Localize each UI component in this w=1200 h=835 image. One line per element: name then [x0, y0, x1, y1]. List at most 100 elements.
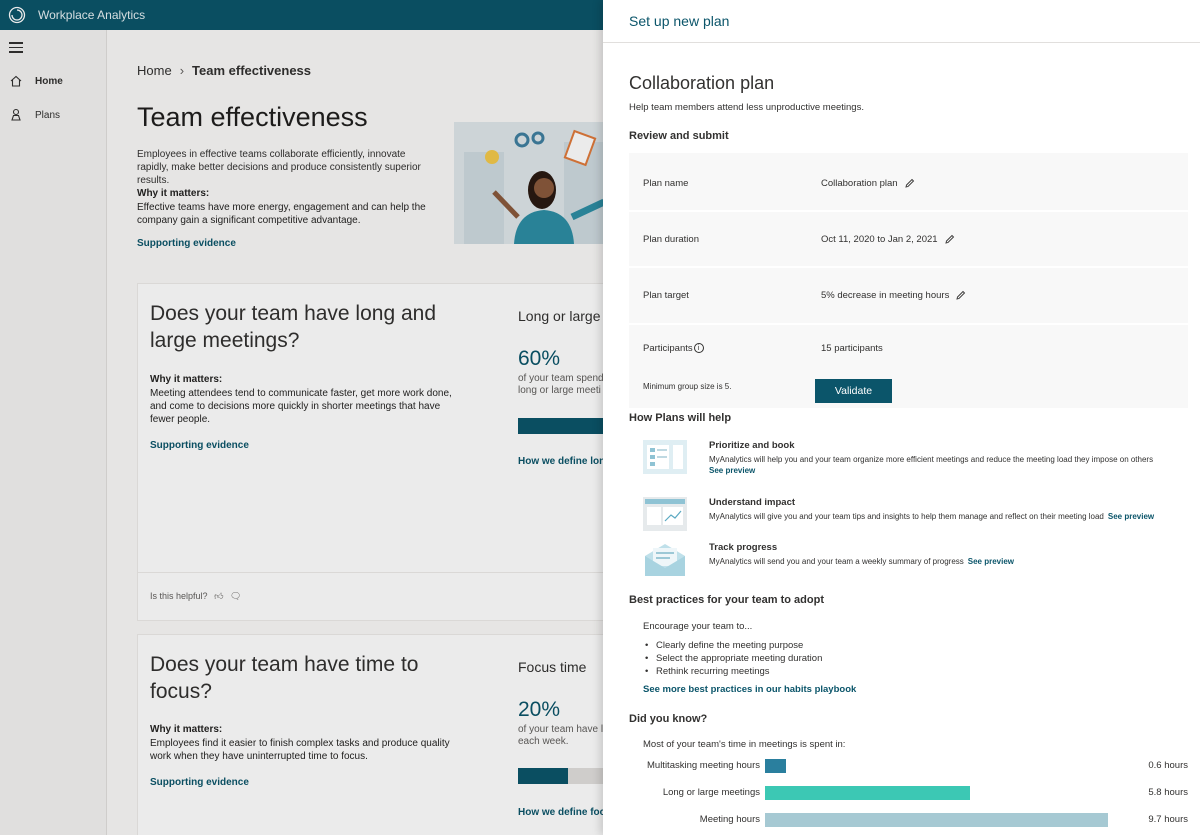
- breadcrumb-home[interactable]: Home: [137, 63, 172, 78]
- why-text: Meeting attendees tend to communicate fa…: [150, 388, 452, 425]
- helpful-label: Is this helpful?: [150, 591, 208, 601]
- plan-duration-value: Oct 11, 2020 to Jan 2, 2021: [821, 234, 938, 245]
- edit-pencil-icon[interactable]: [955, 290, 966, 301]
- edit-pencil-icon[interactable]: [904, 178, 915, 189]
- breadcrumb-current: Team effectiveness: [192, 63, 312, 78]
- plan-name-label: Plan name: [643, 178, 689, 189]
- list-item: Rethink recurring meetings: [645, 665, 822, 678]
- chart-row: Meeting hours 9.7 hours: [643, 813, 1188, 827]
- plan-duration-row: Plan duration Oct 11, 2020 to Jan 2, 202…: [643, 234, 1173, 245]
- nav-item-label: Plans: [35, 109, 61, 121]
- plan-target-row: Plan target 5% decrease in meeting hours: [643, 290, 1173, 301]
- list-item: Select the appropriate meeting duration: [645, 652, 822, 665]
- metric-percent: 20%: [518, 698, 561, 721]
- app-title: Workplace Analytics: [38, 8, 146, 22]
- long-meetings-card: Does your team have long and large meeti…: [137, 283, 611, 621]
- participants-label: Participants: [643, 343, 693, 354]
- home-icon: [8, 73, 24, 89]
- card-divider: [138, 572, 606, 573]
- see-preview-link[interactable]: See preview: [968, 557, 1014, 566]
- metric-bar: [518, 768, 608, 784]
- supporting-evidence-link[interactable]: Supporting evidence: [137, 238, 236, 249]
- chart-value-label: 9.7 hours: [1148, 814, 1188, 825]
- setup-plan-panel: Set up new plan Collaboration plan Help …: [603, 0, 1200, 835]
- review-box: Plan name Collaboration plan Plan durati…: [629, 153, 1188, 408]
- help-item-desc-text: MyAnalytics will give you and your team …: [709, 512, 1104, 521]
- metric-bar-fill: [518, 418, 608, 434]
- plan-title: Collaboration plan: [629, 73, 775, 93]
- review-heading: Review and submit: [629, 130, 729, 142]
- participants-row: Participants i 15 participants: [643, 343, 1173, 354]
- participants-value: 15 participants: [821, 343, 883, 354]
- why-heading: Why it matters:: [137, 188, 210, 199]
- plan-subtitle: Help team members attend less unproducti…: [629, 102, 864, 113]
- prioritize-thumbnail: [643, 440, 687, 474]
- chart-bar: [765, 813, 1108, 827]
- participants-label-wrap: Participants i: [643, 343, 821, 354]
- min-group-note: Minimum group size is 5.: [643, 382, 732, 391]
- left-nav: Home Plans: [0, 30, 107, 835]
- chart-row: Long or large meetings 5.8 hours: [643, 786, 1188, 800]
- why-heading: Why it matters:: [150, 724, 223, 735]
- plan-target-label: Plan target: [643, 290, 689, 301]
- chart-category-label: Multitasking meeting hours: [647, 760, 760, 771]
- see-preview-link[interactable]: See preview: [709, 466, 755, 475]
- breadcrumb: Home › Team effectiveness: [137, 63, 311, 78]
- panel-header: Set up new plan: [603, 0, 1200, 43]
- chart-row: Multitasking meeting hours 0.6 hours: [643, 759, 1188, 773]
- hamburger-menu-icon[interactable]: [9, 42, 23, 56]
- chart-bar: [765, 759, 786, 773]
- nav-item-plans[interactable]: Plans: [8, 107, 60, 123]
- best-practices-heading: Best practices for your team to adopt: [629, 594, 824, 606]
- help-item-desc: MyAnalytics will send you and your team …: [709, 557, 1014, 566]
- how-we-define-link[interactable]: How we define long: [518, 456, 611, 467]
- supporting-evidence-link[interactable]: Supporting evidence: [150, 440, 249, 451]
- did-you-know-subtitle: Most of your team's time in meetings is …: [643, 739, 846, 750]
- is-this-helpful: Is this helpful? 👍︎ 🗨︎: [150, 591, 241, 602]
- edit-pencil-icon[interactable]: [944, 234, 955, 245]
- page-intro: Employees in effective teams collaborate…: [137, 149, 421, 186]
- chart-category-label: Long or large meetings: [662, 787, 760, 798]
- why-text: Employees find it easier to finish compl…: [150, 738, 450, 762]
- plan-name-value: Collaboration plan: [821, 178, 898, 189]
- chart-value-label: 5.8 hours: [1148, 787, 1188, 798]
- review-divider: [629, 210, 1188, 212]
- chevron-right-icon: ›: [179, 63, 185, 78]
- review-divider: [629, 323, 1188, 325]
- comment-icon[interactable]: 🗨︎: [230, 591, 241, 601]
- help-item-desc-text: MyAnalytics will send you and your team …: [709, 557, 964, 566]
- team-illustration: [454, 122, 604, 244]
- see-preview-link[interactable]: See preview: [1108, 512, 1154, 521]
- supporting-evidence-link[interactable]: Supporting evidence: [150, 777, 249, 788]
- help-item-title: Track progress: [709, 542, 778, 553]
- list-item: Clearly define the meeting purpose: [645, 639, 822, 652]
- card-title: Does your team have time to focus?: [150, 653, 419, 703]
- validate-button[interactable]: Validate: [815, 379, 892, 403]
- help-item-desc: MyAnalytics will give you and your team …: [709, 512, 1154, 521]
- habits-playbook-link[interactable]: See more best practices in our habits pl…: [643, 684, 856, 695]
- did-you-know-heading: Did you know?: [629, 713, 708, 725]
- page-title: Team effectiveness: [137, 102, 368, 132]
- metric-title: Focus time: [518, 659, 587, 675]
- thumbs-up-icon[interactable]: 👍︎: [214, 591, 223, 601]
- plan-name-row: Plan name Collaboration plan: [643, 178, 1173, 189]
- metric-bar-fill: [518, 768, 568, 784]
- help-item-title: Prioritize and book: [709, 440, 795, 451]
- track-progress-thumbnail: [643, 542, 687, 578]
- understand-thumbnail: [643, 497, 687, 531]
- encourage-text: Encourage your team to...: [643, 621, 753, 632]
- plan-duration-label: Plan duration: [643, 234, 699, 245]
- nav-item-home[interactable]: Home: [8, 73, 63, 89]
- chart-bar: [765, 786, 970, 800]
- help-item-desc: MyAnalytics will help you and your team …: [709, 455, 1154, 464]
- plans-icon: [8, 107, 24, 123]
- info-icon[interactable]: i: [693, 343, 704, 353]
- focus-time-card: Does your team have time to focus? Why i…: [137, 634, 611, 835]
- why-text: Effective teams have more energy, engage…: [137, 202, 426, 226]
- help-item-title: Understand impact: [709, 497, 796, 508]
- workplace-analytics-logo-icon[interactable]: [6, 4, 28, 26]
- metric-title: Long or large: [518, 308, 601, 324]
- metric-bar: [518, 418, 608, 434]
- how-we-define-link[interactable]: How we define focu: [518, 807, 611, 818]
- review-divider: [629, 266, 1188, 268]
